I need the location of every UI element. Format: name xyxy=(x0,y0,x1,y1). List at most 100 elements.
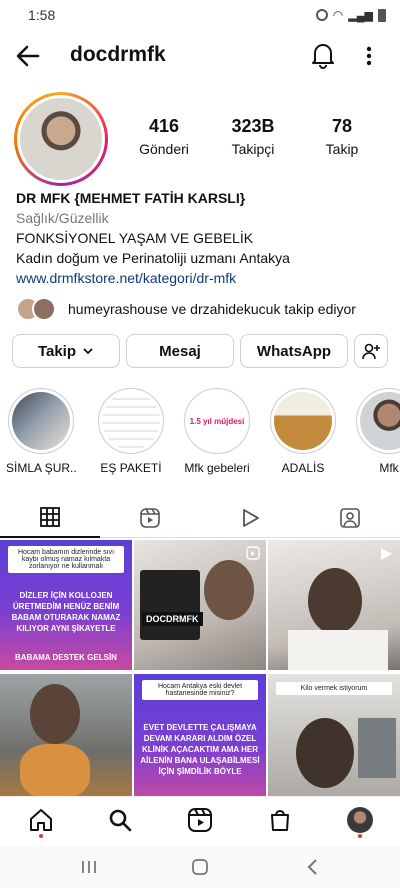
search-icon[interactable] xyxy=(107,807,133,833)
highlight-item[interactable]: SİMLA ŞUR... xyxy=(6,388,76,475)
stat-following-label: Takip xyxy=(325,141,359,157)
post-tile[interactable]: Kilo vermek istiyorum xyxy=(268,674,400,804)
status-time: 1:58 xyxy=(28,7,56,23)
notification-bell-icon[interactable] xyxy=(310,41,336,69)
profile-username: docdrmfk xyxy=(70,43,166,66)
reels-icon[interactable] xyxy=(187,807,213,833)
person-shirt xyxy=(288,630,388,670)
play-icon xyxy=(243,509,259,527)
highlight-item[interactable]: 1.5 yıl müjdesi Mfk gebeleri xyxy=(182,388,252,475)
post-text: EVET DEVLETTE ÇALIŞMAYA DEVAM KARARI ALD… xyxy=(140,723,260,776)
highlight-item[interactable]: EŞ PAKETİ xyxy=(96,388,166,475)
video-play-icon xyxy=(381,548,392,560)
profile-bio: DR MFK {MEHMET FATİH KARSLI} Sağlık/Güze… xyxy=(16,188,386,288)
highlight-label: SİMLA ŞUR... xyxy=(6,461,76,475)
message-button[interactable]: Mesaj xyxy=(126,334,234,368)
alarm-icon xyxy=(315,9,328,21)
back-arrow-icon[interactable] xyxy=(14,42,42,70)
whatsapp-button[interactable]: WhatsApp xyxy=(240,334,348,368)
post-footer: BABAMA DESTEK GELSİN xyxy=(15,653,117,662)
highlight-cover xyxy=(102,392,160,450)
avatar-image xyxy=(20,98,102,180)
add-person-icon xyxy=(362,343,380,360)
bio-link[interactable]: www.drmfkstore.net/kategori/dr-mfk xyxy=(16,268,386,288)
stat-posts[interactable]: 416 Gönderi xyxy=(124,116,204,157)
follow-button-label: Takip xyxy=(37,342,77,360)
stat-followers[interactable]: 323B Takipçi xyxy=(213,116,293,157)
bio-category: Sağlık/Güzellik xyxy=(16,210,109,226)
reels-icon xyxy=(140,508,160,528)
post-text: DİZLER İÇİN KOLLOJEN ÜRETMEDİM HENÜZ BEN… xyxy=(11,591,121,633)
highlight-label: Mfk gebeleri xyxy=(184,461,250,475)
bio-name: DR MFK {MEHMET FATİH KARSLI} xyxy=(16,190,246,206)
tab-videos[interactable] xyxy=(200,498,300,538)
background-object xyxy=(358,718,396,778)
home-button-icon[interactable] xyxy=(190,857,210,877)
tab-reels[interactable] xyxy=(100,498,200,538)
battery-icon xyxy=(378,8,386,22)
profile-header: docdrmfk xyxy=(0,34,400,78)
post-tag: DOCDRMFK xyxy=(142,612,203,626)
stat-following[interactable]: 78 Takip xyxy=(302,116,382,157)
highlight-label: EŞ PAKETİ xyxy=(100,461,162,475)
status-bar: 1:58 ◠ ▂▄▆ xyxy=(0,0,400,30)
chevron-down-icon xyxy=(83,348,93,355)
follow-button[interactable]: Takip xyxy=(12,334,120,368)
stat-following-value: 78 xyxy=(331,116,353,136)
post-tile[interactable]: DOCDRMFK xyxy=(134,540,266,670)
home-notification-dot xyxy=(39,834,43,838)
person-head xyxy=(204,560,254,620)
profile-notification-dot xyxy=(358,834,362,838)
dog-image xyxy=(20,744,90,799)
stat-posts-label: Gönderi xyxy=(139,141,189,157)
post-tile[interactable]: Hocam babamın dizlerinde sıvı kaybı olmu… xyxy=(0,540,132,670)
post-caption: Kilo vermek istiyorum xyxy=(276,682,392,695)
message-button-label: Mesaj xyxy=(159,342,201,360)
whatsapp-button-label: WhatsApp xyxy=(256,342,332,360)
tab-grid[interactable] xyxy=(0,498,100,538)
highlight-cover: 1.5 yıl müjdesi xyxy=(188,392,246,450)
shop-icon[interactable] xyxy=(267,807,293,833)
reel-icon xyxy=(246,546,260,560)
profile-avatar-icon[interactable] xyxy=(347,807,373,833)
person-head xyxy=(30,684,80,744)
post-tile[interactable] xyxy=(268,540,400,670)
recent-apps-icon[interactable] xyxy=(80,858,98,876)
person-head xyxy=(296,718,354,788)
highlight-item[interactable]: Mfk xyxy=(354,388,400,475)
home-icon[interactable] xyxy=(28,807,54,833)
ultrasound-screen xyxy=(140,570,200,640)
tab-tagged[interactable] xyxy=(300,498,400,538)
stat-followers-label: Takipçi xyxy=(231,141,275,157)
stat-followers-value: 323B xyxy=(231,116,275,136)
bio-line-1: FONKSİYONEL YAŞAM VE GEBELİK xyxy=(16,230,254,246)
highlight-cover xyxy=(274,392,332,450)
follower-avatars xyxy=(16,296,62,322)
followed-by-text: humeyrashouse ve drzahidekucuk takip edi… xyxy=(68,301,356,317)
highlight-cover xyxy=(360,392,400,450)
wifi-icon: ◠ xyxy=(332,8,344,22)
bottom-navigation xyxy=(0,796,400,844)
post-tile[interactable] xyxy=(0,674,132,804)
status-icons: ◠ ▂▄▆ xyxy=(315,8,386,22)
follower-avatar xyxy=(32,297,56,321)
profile-tabs xyxy=(0,498,400,538)
suggested-users-button[interactable] xyxy=(354,334,388,368)
bio-line-2: Kadın doğum ve Perinatoliji uzmanı Antak… xyxy=(16,250,290,266)
followed-by[interactable]: humeyrashouse ve drzahidekucuk takip edi… xyxy=(16,296,356,322)
more-options-icon[interactable] xyxy=(360,42,378,70)
back-button-icon[interactable] xyxy=(304,857,322,877)
highlight-label: ADALİS xyxy=(281,461,325,475)
story-highlights: SİMLA ŞUR... EŞ PAKETİ 1.5 yıl müjdesi M… xyxy=(0,388,400,478)
highlight-item[interactable]: ADALİS xyxy=(268,388,338,475)
post-caption: Hocam Antakya eski devlet hastanesinde m… xyxy=(142,680,258,700)
post-tile[interactable]: Hocam Antakya eski devlet hastanesinde m… xyxy=(134,674,266,804)
stat-posts-value: 416 xyxy=(148,116,180,136)
signal-icon: ▂▄▆ xyxy=(348,9,373,22)
person-head xyxy=(308,568,362,634)
system-navigation-bar xyxy=(0,846,400,888)
grid-icon xyxy=(40,507,60,527)
highlight-cover xyxy=(12,392,70,450)
posts-grid: Hocam babamın dizlerinde sıvı kaybı olmu… xyxy=(0,540,400,804)
profile-avatar[interactable] xyxy=(14,92,108,186)
